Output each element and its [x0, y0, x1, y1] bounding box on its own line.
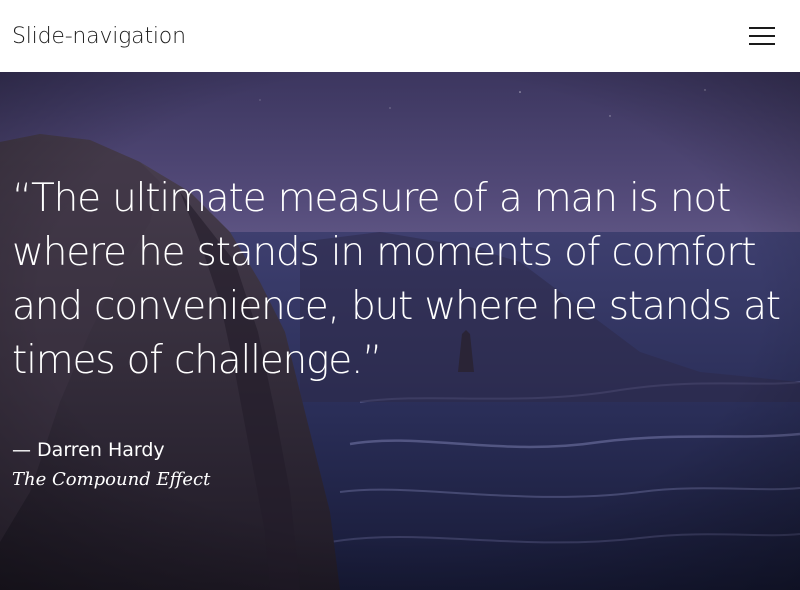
quote-text: “The ultimate measure of a man is not wh…: [12, 176, 781, 383]
page-title: Slide-navigation: [12, 24, 186, 49]
quote-source: The Compound Effect: [12, 469, 211, 490]
hero-slide: “The ultimate measure of a man is not wh…: [0, 72, 800, 590]
hamburger-menu-icon: [749, 27, 775, 45]
top-bar: Slide-navigation: [0, 0, 800, 72]
page: Slide-navigation “The ultimate measure o…: [0, 0, 800, 590]
menu-button[interactable]: [748, 22, 776, 50]
quote-author: — Darren Hardy: [12, 439, 165, 461]
